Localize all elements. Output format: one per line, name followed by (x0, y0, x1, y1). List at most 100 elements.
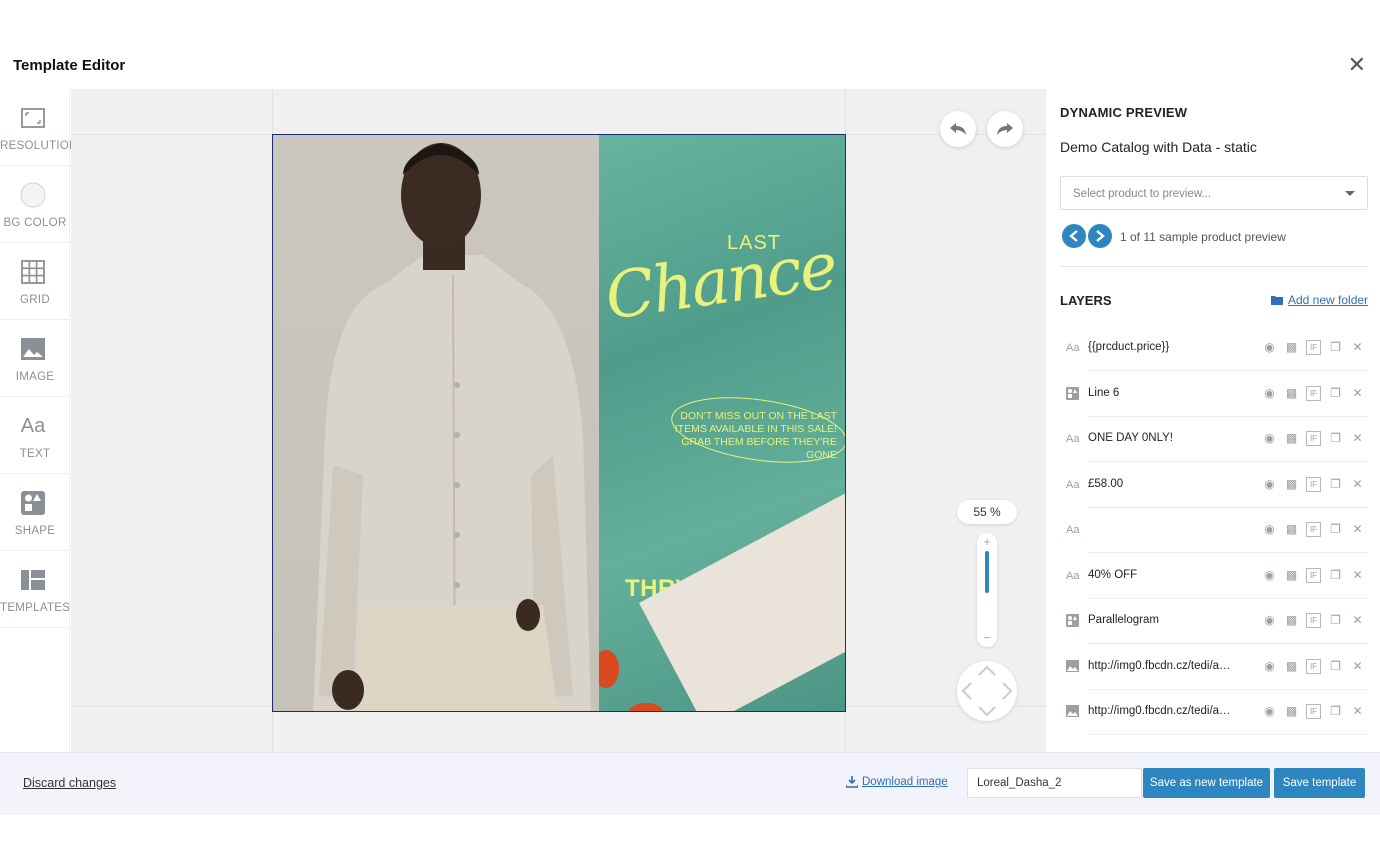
layer-name[interactable]: ONE DAY 0NLY! (1088, 432, 1234, 444)
opacity-icon[interactable]: ▩ (1284, 477, 1299, 492)
if-icon[interactable]: IF (1306, 567, 1321, 583)
layer-name[interactable]: Line 6 (1088, 387, 1234, 399)
if-icon[interactable]: IF (1306, 385, 1321, 401)
if-icon[interactable]: IF (1306, 613, 1321, 628)
eye-icon[interactable]: ◉ (1262, 431, 1277, 446)
eye-icon[interactable]: ◉ (1262, 522, 1277, 537)
duplicate-icon[interactable]: ❐ (1328, 522, 1343, 537)
duplicate-icon[interactable]: ❐ (1328, 659, 1343, 674)
tool-shape[interactable]: SHAPE (0, 474, 70, 551)
opacity-icon[interactable]: ▩ (1284, 659, 1299, 674)
layer-name[interactable]: http://img0.fbcdn.cz/tedi/api/... (1088, 705, 1234, 717)
delete-icon[interactable]: ✕ (1350, 522, 1365, 537)
duplicate-icon[interactable]: ❐ (1328, 613, 1343, 628)
close-icon[interactable]: ✕ (1348, 52, 1366, 78)
add-folder-link[interactable]: Add new folder (1271, 293, 1368, 307)
opacity-icon[interactable]: ▩ (1284, 704, 1299, 719)
layer-name[interactable]: {{prcduct.price}} (1088, 341, 1234, 353)
duplicate-icon[interactable]: ❐ (1328, 431, 1343, 446)
if-icon[interactable]: IF (1306, 522, 1321, 537)
model-photo[interactable] (273, 135, 599, 711)
eye-icon[interactable]: ◉ (1262, 613, 1277, 628)
duplicate-icon[interactable]: ❐ (1328, 477, 1343, 492)
promo-chance-text[interactable]: Chance (601, 229, 840, 334)
next-product-button[interactable] (1088, 224, 1112, 248)
layer-row[interactable]: Aa ◉ ▩ IF ❐ ✕ (1060, 507, 1368, 553)
tool-resolution[interactable]: RESOLUTION (0, 89, 77, 166)
if-icon[interactable]: IF (1306, 476, 1321, 492)
layer-name[interactable]: http://img0.fbcdn.cz/tedi/api/... (1088, 660, 1234, 672)
zoom-out-icon[interactable]: − (977, 630, 997, 645)
tool-templates[interactable]: TEMPLATES (0, 551, 70, 628)
prev-product-button[interactable] (1062, 224, 1086, 248)
undo-button[interactable] (940, 111, 976, 147)
delete-icon[interactable]: ✕ (1350, 704, 1365, 719)
bg-color-icon (20, 182, 46, 208)
eye-icon[interactable]: ◉ (1262, 659, 1277, 674)
image-layer-icon (1066, 659, 1080, 674)
layer-row[interactable]: http://img0.fbcdn.cz/tedi/api/... ◉ ▩ IF ❐ ✕ (1060, 689, 1368, 735)
delete-icon[interactable]: ✕ (1350, 340, 1365, 355)
delete-icon[interactable]: ✕ (1350, 386, 1365, 401)
modal-title: Template Editor (13, 57, 126, 74)
duplicate-icon[interactable]: ❐ (1328, 386, 1343, 401)
duplicate-icon[interactable]: ❐ (1328, 340, 1343, 355)
tool-image[interactable]: IMAGE (0, 320, 70, 397)
text-icon: Aa (20, 415, 46, 437)
opacity-icon[interactable]: ▩ (1284, 568, 1299, 583)
layer-row[interactable]: Aa £58.00 ◉ ▩ IF ❐ ✕ (1060, 462, 1368, 508)
layer-row[interactable]: Line 6 ◉ ▩ IF ❐ ✕ (1060, 371, 1368, 417)
opacity-icon[interactable]: ▩ (1284, 431, 1299, 446)
layer-row[interactable]: Aa {{prcduct.price}} ◉ ▩ IF ❐ ✕ (1060, 325, 1368, 371)
duplicate-icon[interactable]: ❐ (1328, 704, 1343, 719)
product-select[interactable]: Select product to preview... (1060, 176, 1368, 210)
artboard[interactable]: LAST Chance DON'T MISS OUT ON THE LAST I… (272, 134, 846, 712)
delete-icon[interactable]: ✕ (1350, 568, 1365, 583)
opacity-icon[interactable]: ▩ (1284, 522, 1299, 537)
eye-icon[interactable]: ◉ (1262, 568, 1277, 583)
save-template-button[interactable]: Save template (1274, 768, 1365, 798)
if-icon[interactable]: IF (1306, 704, 1321, 719)
layer-row[interactable]: Aa 40% OFF ◉ ▩ IF ❐ ✕ (1060, 553, 1368, 599)
text-layer-icon: Aa (1066, 433, 1080, 445)
layer-name[interactable]: Parallelogram (1088, 614, 1234, 626)
tool-bg-color[interactable]: BG COLOR (0, 166, 70, 243)
delete-icon[interactable]: ✕ (1350, 477, 1365, 492)
promo-panel[interactable]: LAST Chance DON'T MISS OUT ON THE LAST I… (599, 135, 845, 711)
delete-icon[interactable]: ✕ (1350, 431, 1365, 446)
duplicate-icon[interactable]: ❐ (1328, 568, 1343, 583)
eye-icon[interactable]: ◉ (1262, 704, 1277, 719)
layer-row[interactable]: Parallelogram ◉ ▩ IF ❐ ✕ (1060, 598, 1368, 644)
download-image-link[interactable]: Download image (846, 776, 948, 788)
footer-bar: Discard changes Download image Save as n… (0, 752, 1380, 815)
pan-control[interactable] (957, 661, 1017, 721)
canvas-area[interactable]: LAST Chance DON'T MISS OUT ON THE LAST I… (71, 89, 1046, 752)
layer-name[interactable]: £58.00 (1088, 478, 1234, 490)
text-layer-icon: Aa (1066, 478, 1080, 491)
save-as-new-template-button[interactable]: Save as new template (1143, 768, 1270, 798)
eye-icon[interactable]: ◉ (1262, 386, 1277, 401)
if-icon[interactable]: IF (1306, 340, 1321, 355)
promo-description[interactable]: DON'T MISS OUT ON THE LAST ITEMS AVAILAB… (651, 410, 837, 462)
zoom-in-icon[interactable]: + (977, 534, 997, 549)
layer-row[interactable]: http://img0.fbcdn.cz/tedi/api/... ◉ ▩ IF ❐ ✕ (1060, 644, 1368, 690)
opacity-icon[interactable]: ▩ (1284, 386, 1299, 401)
template-name-input[interactable] (967, 768, 1142, 798)
layer-row[interactable]: Aa ONE DAY 0NLY! ◉ ▩ IF ❐ ✕ (1060, 416, 1368, 462)
opacity-icon[interactable]: ▩ (1284, 613, 1299, 628)
opacity-icon[interactable]: ▩ (1284, 340, 1299, 355)
tool-text[interactable]: Aa TEXT (0, 397, 70, 474)
if-icon[interactable]: IF (1306, 431, 1321, 446)
tool-grid[interactable]: GRID (0, 243, 70, 320)
redo-button[interactable] (987, 111, 1023, 147)
layer-name[interactable]: 40% OFF (1088, 569, 1234, 581)
delete-icon[interactable]: ✕ (1350, 613, 1365, 628)
zoom-slider[interactable]: + − (977, 533, 997, 647)
eye-icon[interactable]: ◉ (1262, 477, 1277, 492)
if-icon[interactable]: IF (1306, 658, 1321, 674)
layer-actions: ◉ ▩ IF ❐ ✕ (1262, 340, 1365, 355)
delete-icon[interactable]: ✕ (1350, 659, 1365, 674)
eye-icon[interactable]: ◉ (1262, 340, 1277, 355)
discard-changes-link[interactable]: Discard changes (23, 776, 116, 790)
image-icon (21, 338, 45, 360)
